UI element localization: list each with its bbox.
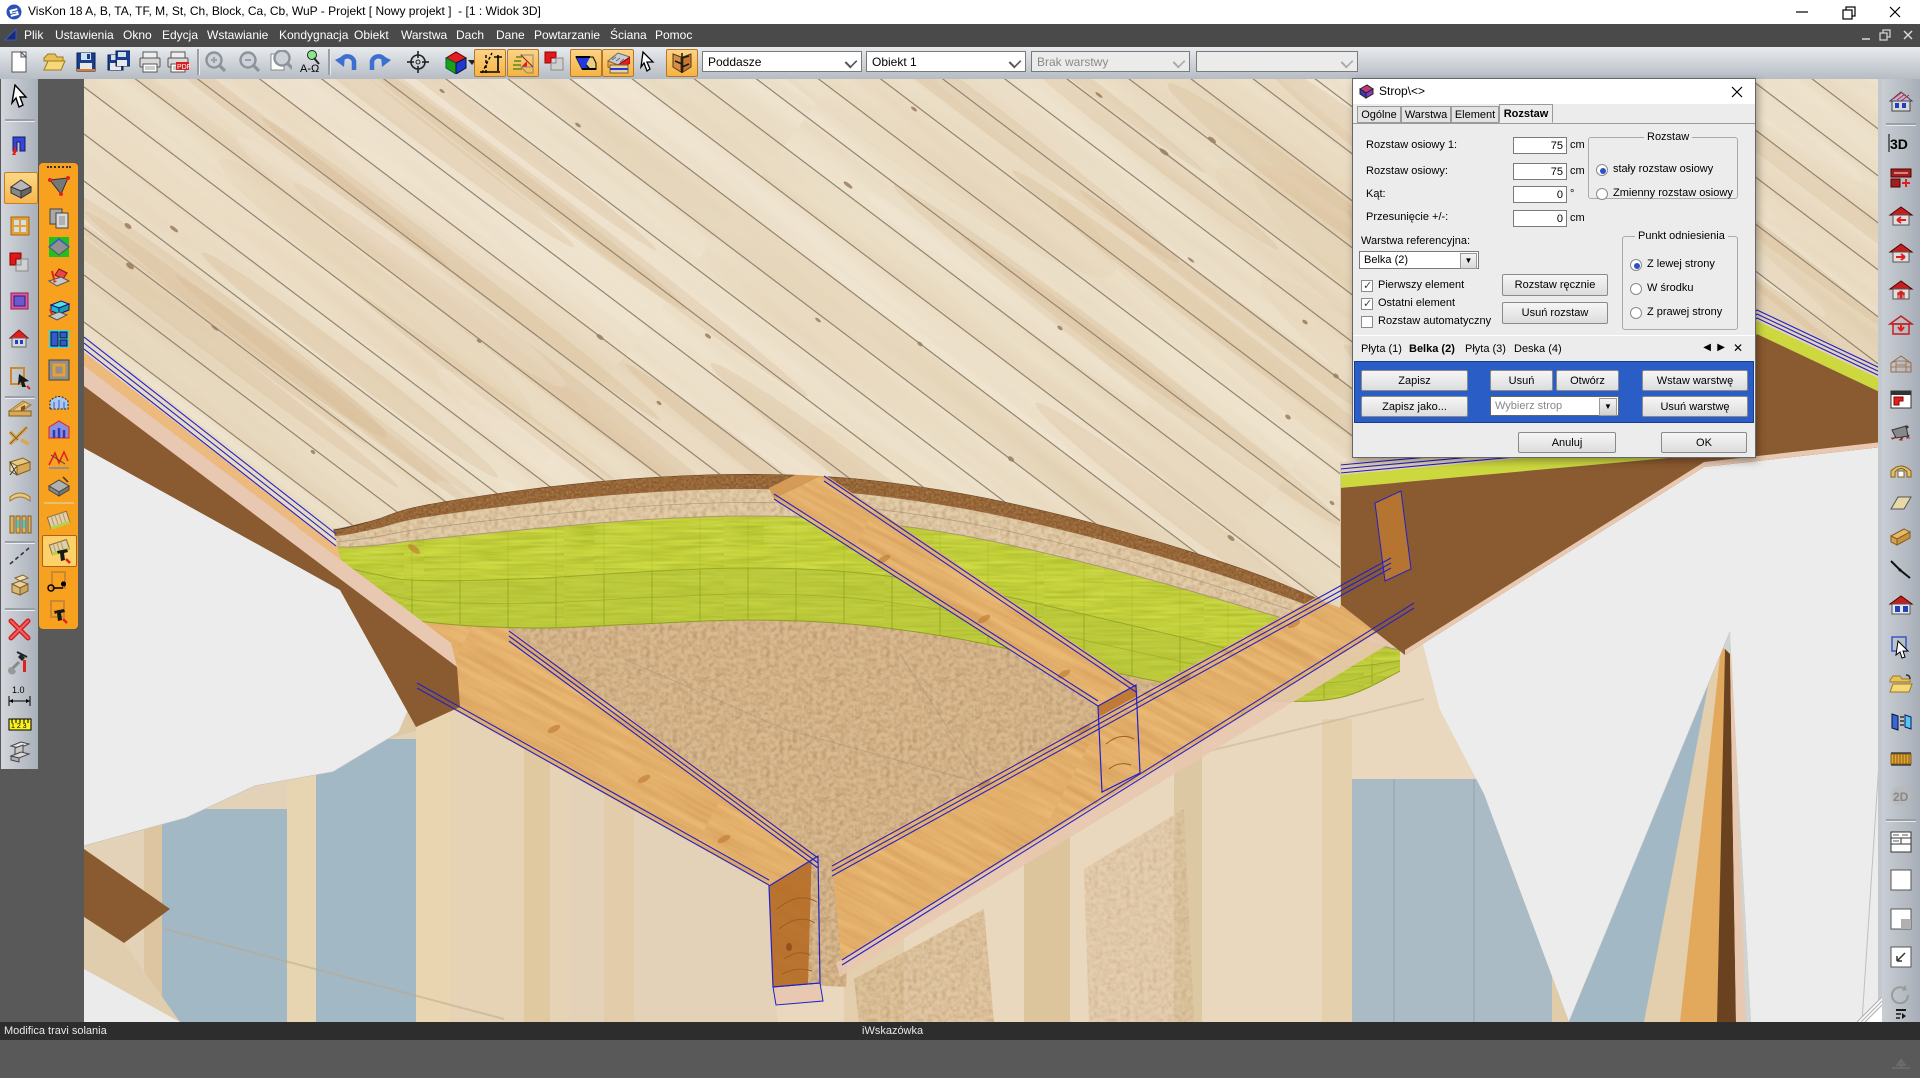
svg-text:3D: 3D xyxy=(1890,136,1908,152)
svg-text:1 2 3: 1 2 3 xyxy=(11,723,27,730)
svg-text:PDF: PDF xyxy=(177,64,190,71)
svg-text:1.0: 1.0 xyxy=(12,685,25,695)
svg-text:A-Ω: A-Ω xyxy=(300,63,319,74)
svg-text:2D: 2D xyxy=(1893,790,1909,804)
